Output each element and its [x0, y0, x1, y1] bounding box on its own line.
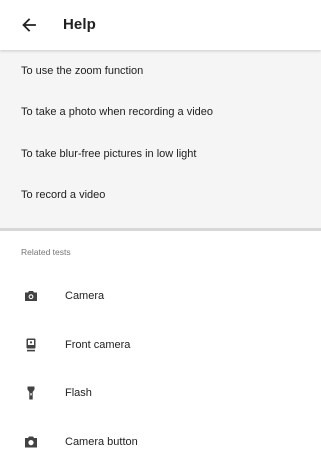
camera-button-icon	[24, 435, 38, 449]
related-item-label: Front camera	[65, 339, 130, 351]
related-item-label: Camera	[65, 290, 104, 302]
related-item-camera-button[interactable]: Camera button	[0, 418, 321, 466]
camera-icon	[24, 289, 38, 303]
related-item-front-camera[interactable]: Front camera	[0, 321, 321, 370]
related-item-label: Camera button	[65, 436, 138, 448]
related-tests-list: Camera Front camera Flash	[0, 272, 321, 466]
help-topics-list: To use the zoom function To take a photo…	[0, 50, 321, 228]
section-divider	[0, 228, 321, 231]
arrow-back-icon[interactable]	[19, 15, 39, 35]
related-item-label: Flash	[65, 387, 92, 399]
app-bar: Help	[0, 0, 321, 50]
flashlight-icon	[24, 386, 38, 400]
related-tests-header: Related tests	[21, 247, 71, 257]
help-topic-photo-while-recording[interactable]: To take a photo when recording a video	[0, 92, 321, 134]
help-topic-low-light[interactable]: To take blur-free pictures in low light	[0, 133, 321, 175]
help-topic-zoom[interactable]: To use the zoom function	[0, 50, 321, 92]
page-title: Help	[63, 16, 96, 33]
related-item-flash[interactable]: Flash	[0, 369, 321, 418]
help-topic-record-video[interactable]: To record a video	[0, 175, 321, 217]
related-item-camera[interactable]: Camera	[0, 272, 321, 321]
front-camera-icon	[24, 338, 38, 352]
